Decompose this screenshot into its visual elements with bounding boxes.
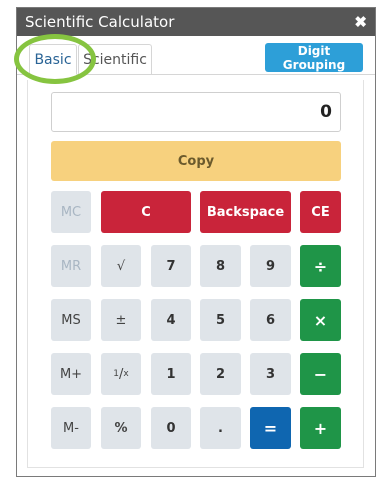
copy-button[interactable]: Copy [51,141,341,181]
percent-button[interactable]: % [101,407,141,449]
digit-9-button[interactable]: 9 [250,245,291,287]
display-field: 0 [51,92,341,132]
digit-1-button[interactable]: 1 [151,353,191,395]
plus-minus-button[interactable]: ± [101,299,141,341]
calculator-window: Scientific Calculator ✖ Basic Scientific… [14,7,376,477]
multiply-button[interactable]: × [300,299,341,341]
digit-6-button[interactable]: 6 [250,299,291,341]
digit-8-button[interactable]: 8 [200,245,241,287]
memory-recall-button[interactable]: MR [51,245,91,287]
title-bar: Scientific Calculator ✖ [17,8,375,36]
clear-entry-button[interactable]: CE [300,191,341,233]
digit-2-button[interactable]: 2 [200,353,241,395]
equals-button[interactable]: = [250,407,291,449]
decimal-point-button[interactable]: . [200,407,241,449]
window-title: Scientific Calculator [25,13,175,31]
backspace-button[interactable]: Backspace [200,191,291,233]
square-root-button[interactable]: √ [101,245,141,287]
memory-subtract-button[interactable]: M- [51,407,91,449]
tab-bar: Basic Scientific Digit Grouping [14,34,375,84]
digit-4-button[interactable]: 4 [151,299,191,341]
add-button[interactable]: + [300,407,341,449]
memory-store-button[interactable]: MS [51,299,91,341]
reciprocal-numerator: 1 [113,369,119,379]
digit-5-button[interactable]: 5 [200,299,241,341]
subtract-button[interactable]: − [300,353,341,395]
reciprocal-denominator: x [123,369,129,379]
close-icon[interactable]: ✖ [354,13,367,31]
tab-scientific[interactable]: Scientific [78,44,152,74]
tab-basic[interactable]: Basic [29,44,77,75]
digit-7-button[interactable]: 7 [151,245,191,287]
digit-0-button[interactable]: 0 [151,407,191,449]
digit-3-button[interactable]: 3 [250,353,291,395]
digit-grouping-button[interactable]: Digit Grouping [265,43,363,72]
divide-button[interactable]: ÷ [300,245,341,287]
clear-button[interactable]: C [101,191,191,233]
memory-clear-button[interactable]: MC [51,191,91,233]
memory-add-button[interactable]: M+ [51,353,91,395]
reciprocal-button[interactable]: 1/x [101,353,141,395]
